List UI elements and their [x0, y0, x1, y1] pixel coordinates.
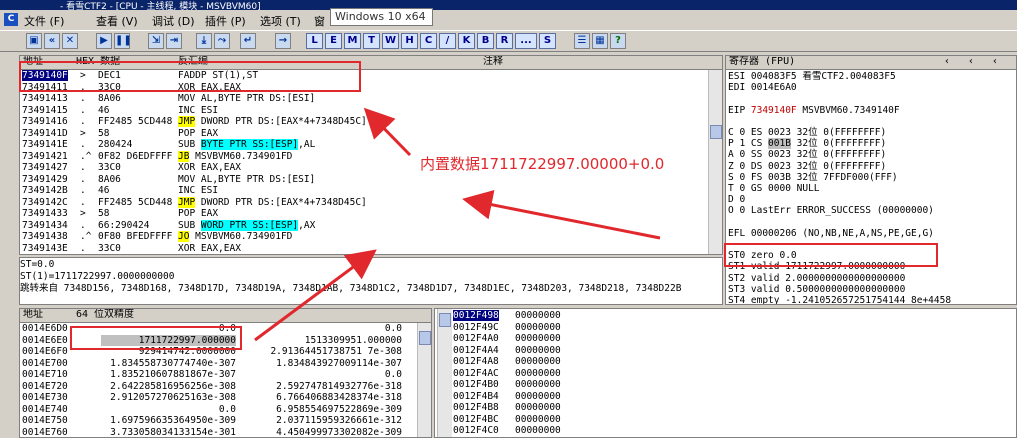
- arrow-to-dump: [254, 249, 377, 342]
- arrow-to-instruction: [363, 107, 412, 157]
- annotation-arrows: [254, 107, 661, 342]
- arrow-to-st1: [462, 189, 661, 240]
